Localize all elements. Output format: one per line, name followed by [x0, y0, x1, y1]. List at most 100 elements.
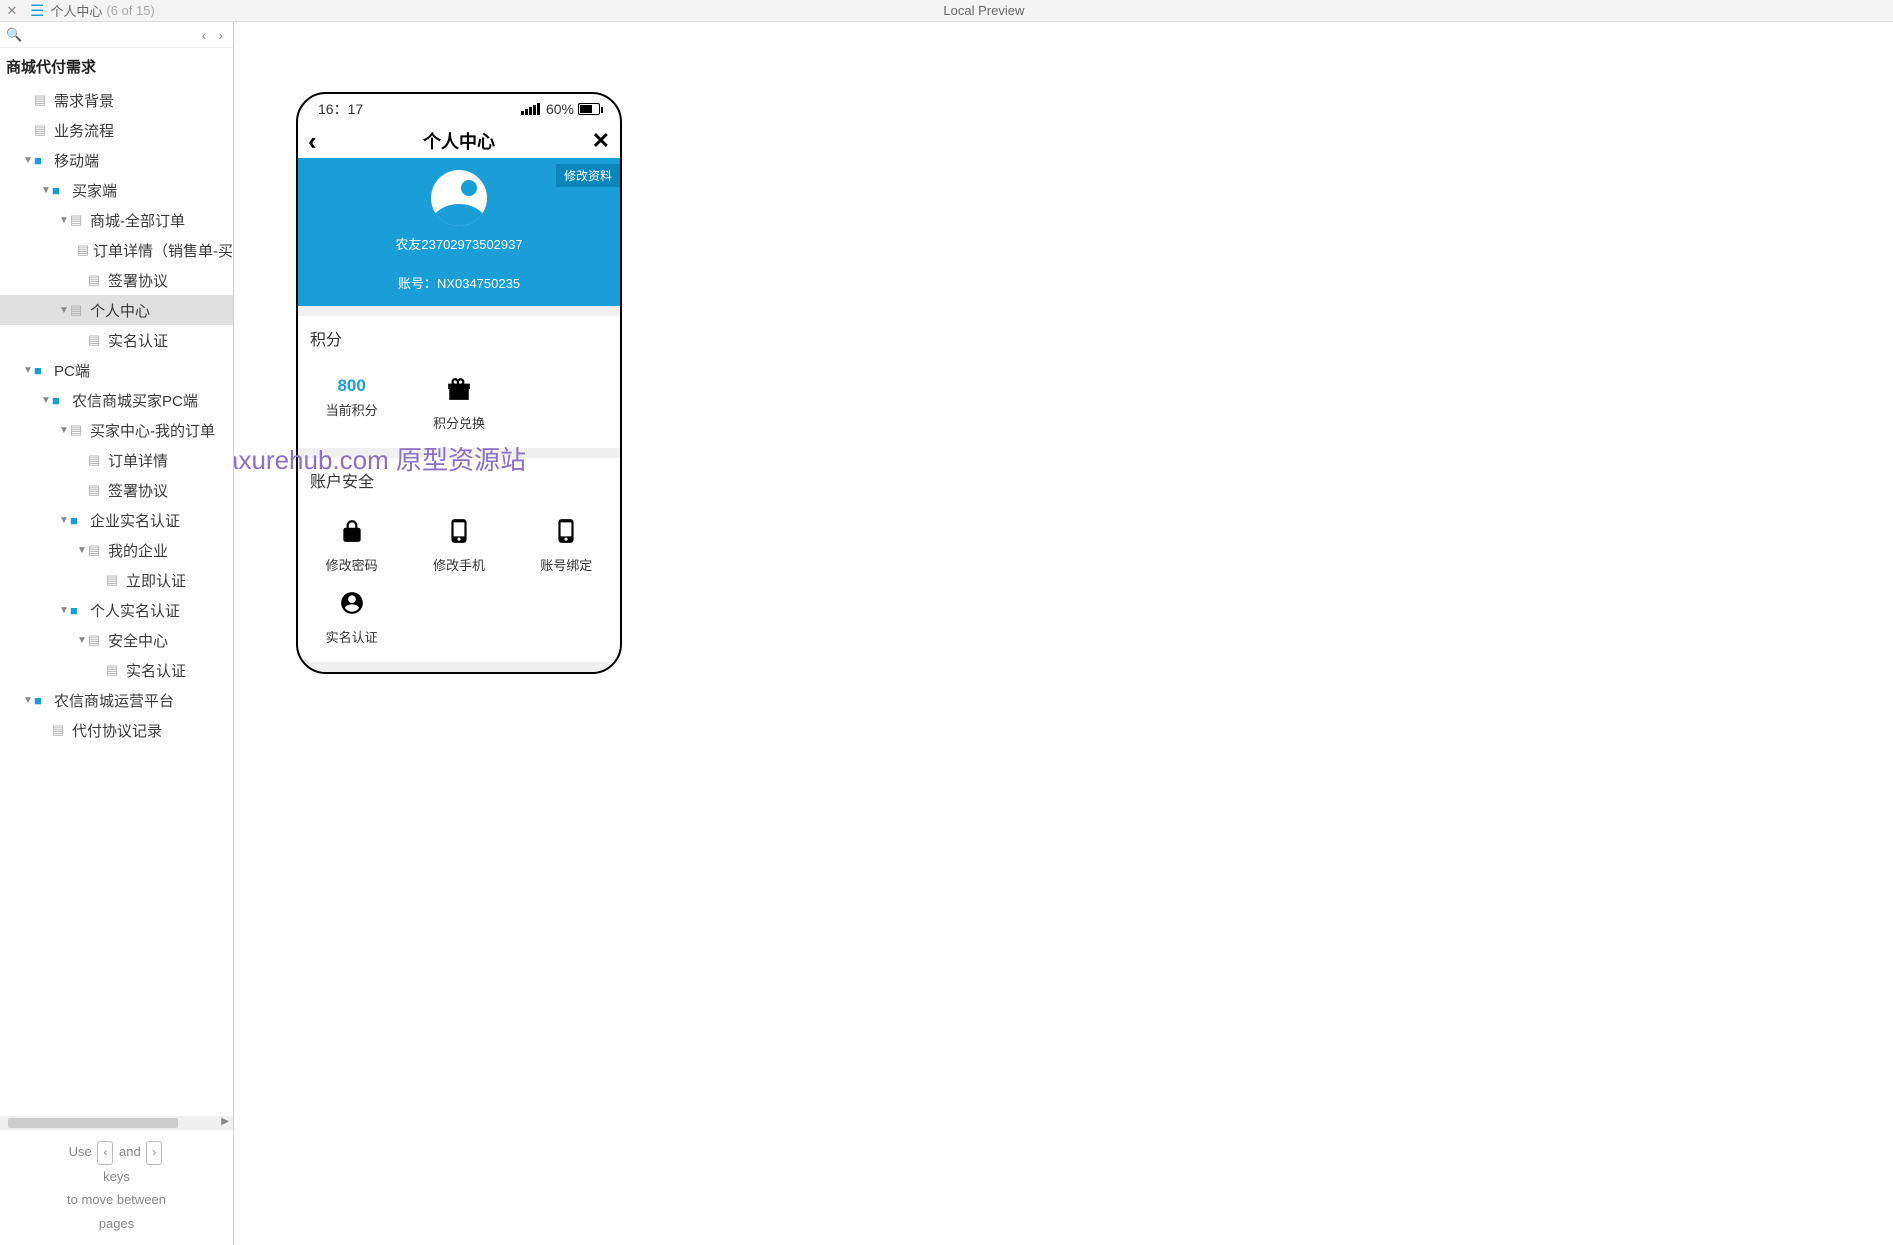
- expand-icon[interactable]: ▼: [58, 215, 70, 226]
- tree-item[interactable]: ▤实名认证: [0, 655, 233, 685]
- cell-label: 当前积分: [298, 400, 405, 419]
- left-key-icon: ‹: [97, 1141, 113, 1165]
- tree-item[interactable]: ▼■买家端: [0, 175, 233, 205]
- tree-item-label: 移动端: [54, 150, 99, 171]
- security-cell[interactable]: 修改手机: [405, 510, 512, 582]
- tree-item-label: 个人中心: [90, 300, 150, 321]
- tree-item[interactable]: ▼▤安全中心: [0, 625, 233, 655]
- tree-item-label: 农信商城运营平台: [54, 690, 174, 711]
- tree-item[interactable]: ▤签署协议: [0, 475, 233, 505]
- page-icon: ▤: [52, 722, 68, 738]
- back-button[interactable]: ‹: [308, 126, 332, 157]
- tree-item[interactable]: ▤业务流程: [0, 115, 233, 145]
- tree-item-label: 安全中心: [108, 630, 168, 651]
- sidebar: 🔍 ‹ › 商城代付需求 ▤需求背景▤业务流程▼■移动端▼■买家端▼▤商城-全部…: [0, 22, 234, 1245]
- page-icon: ▤: [34, 92, 50, 108]
- security-section-header: 账户安全: [298, 448, 620, 502]
- page-icon: ▤: [70, 422, 86, 438]
- phone-icon: [446, 518, 472, 544]
- page-icon: ▤: [77, 242, 89, 258]
- tree-item[interactable]: ▤订单详情: [0, 445, 233, 475]
- page-icon: ▤: [70, 302, 86, 318]
- points-cell[interactable]: 800 当前积分: [298, 368, 405, 440]
- expand-icon[interactable]: ▼: [22, 365, 34, 376]
- page-tree: ▤需求背景▤业务流程▼■移动端▼■买家端▼▤商城-全部订单▤订单详情（销售单-买…: [0, 85, 233, 1116]
- tree-item-label: 实名认证: [108, 330, 168, 351]
- page-icon: ▤: [88, 632, 104, 648]
- tree-item-label: 业务流程: [54, 120, 114, 141]
- account-label: 账号：NX034750235: [298, 273, 620, 292]
- tree-item[interactable]: ▼■企业实名认证: [0, 505, 233, 535]
- expand-icon[interactable]: ▼: [40, 185, 52, 196]
- tree-item[interactable]: ▼■农信商城买家PC端: [0, 385, 233, 415]
- expand-icon[interactable]: ▼: [58, 425, 70, 436]
- cell-label: 积分兑换: [405, 413, 512, 432]
- right-key-icon: ›: [146, 1141, 162, 1165]
- tree-item-label: 农信商城买家PC端: [72, 390, 198, 411]
- expand-icon[interactable]: ▼: [40, 395, 52, 406]
- tree-item-label: 签署协议: [108, 270, 168, 291]
- page-icon: ▤: [106, 572, 122, 588]
- tree-item[interactable]: ▤立即认证: [0, 565, 233, 595]
- points-grid: 800 当前积分积分兑换: [298, 360, 620, 448]
- tree-item-label: 订单详情: [108, 450, 168, 471]
- expand-icon[interactable]: ▼: [76, 635, 88, 646]
- security-cell[interactable]: 账号绑定: [513, 510, 620, 582]
- search-icon[interactable]: 🔍: [6, 27, 22, 43]
- avatar[interactable]: [431, 170, 487, 226]
- tree-item[interactable]: ▼▤个人中心: [0, 295, 233, 325]
- tree-item[interactable]: ▤代付协议记录: [0, 715, 233, 745]
- expand-icon[interactable]: ▼: [76, 545, 88, 556]
- tree-item[interactable]: ▼■农信商城运营平台: [0, 685, 233, 715]
- cell-label: 账号绑定: [513, 555, 620, 574]
- folder-icon: ■: [70, 513, 86, 528]
- tree-item[interactable]: ▤订单详情（销售单-买: [0, 235, 233, 265]
- tree-item[interactable]: ▤实名认证: [0, 325, 233, 355]
- horizontal-scrollbar[interactable]: ▶: [0, 1116, 233, 1130]
- tree-item[interactable]: ▼■个人实名认证: [0, 595, 233, 625]
- points-value: 800: [298, 376, 405, 396]
- close-button[interactable]: ✕: [0, 3, 24, 19]
- tree-item-label: 商城-全部订单: [90, 210, 185, 231]
- tree-item-label: 实名认证: [126, 660, 186, 681]
- menu-icon[interactable]: ☰: [30, 1, 44, 21]
- page-icon: ▤: [88, 482, 104, 498]
- page-icon: ▤: [34, 122, 50, 138]
- prev-next-nav[interactable]: ‹ ›: [202, 27, 227, 43]
- preview-mode-label: Local Preview: [155, 3, 1813, 18]
- edit-profile-button[interactable]: 修改资料: [556, 164, 620, 187]
- points-cell[interactable]: 积分兑换: [405, 368, 512, 440]
- username-label: 农友23702973502937: [298, 234, 620, 253]
- tree-item[interactable]: ▼■移动端: [0, 145, 233, 175]
- expand-icon[interactable]: ▼: [22, 155, 34, 166]
- search-row: 🔍 ‹ ›: [0, 22, 233, 48]
- expand-icon[interactable]: ▼: [58, 515, 70, 526]
- phone-icon: [553, 518, 579, 544]
- expand-icon[interactable]: ▼: [58, 605, 70, 616]
- tree-item[interactable]: ▼▤商城-全部订单: [0, 205, 233, 235]
- battery-percent: 60%: [546, 101, 574, 117]
- security-cell[interactable]: 修改密码: [298, 510, 405, 582]
- top-bar: ✕ ☰ 个人中心 (6 of 15) Local Preview: [0, 0, 1893, 22]
- expand-icon[interactable]: ▼: [58, 305, 70, 316]
- expand-icon[interactable]: ▼: [22, 695, 34, 706]
- gift-icon: [446, 376, 472, 402]
- scroll-thumb[interactable]: [8, 1118, 178, 1128]
- cell-label: 修改手机: [405, 555, 512, 574]
- tree-item[interactable]: ▤需求背景: [0, 85, 233, 115]
- status-bar: 16：17 60%: [298, 94, 620, 124]
- tree-item[interactable]: ▼▤买家中心-我的订单: [0, 415, 233, 445]
- tree-item-label: 买家端: [72, 180, 117, 201]
- tree-item-label: 买家中心-我的订单: [90, 420, 215, 441]
- close-x-button[interactable]: ✕: [586, 128, 610, 154]
- tree-item-label: 订单详情（销售单-买: [93, 240, 233, 261]
- battery-icon: [578, 103, 600, 115]
- page-title: 个人中心: [332, 128, 586, 154]
- scroll-right-icon[interactable]: ▶: [221, 1116, 229, 1127]
- tree-item[interactable]: ▼▤我的企业: [0, 535, 233, 565]
- folder-icon: ■: [34, 363, 50, 378]
- security-cell[interactable]: 实名认证: [298, 582, 405, 654]
- tree-item[interactable]: ▤签署协议: [0, 265, 233, 295]
- page-icon: ▤: [88, 542, 104, 558]
- tree-item[interactable]: ▼■PC端: [0, 355, 233, 385]
